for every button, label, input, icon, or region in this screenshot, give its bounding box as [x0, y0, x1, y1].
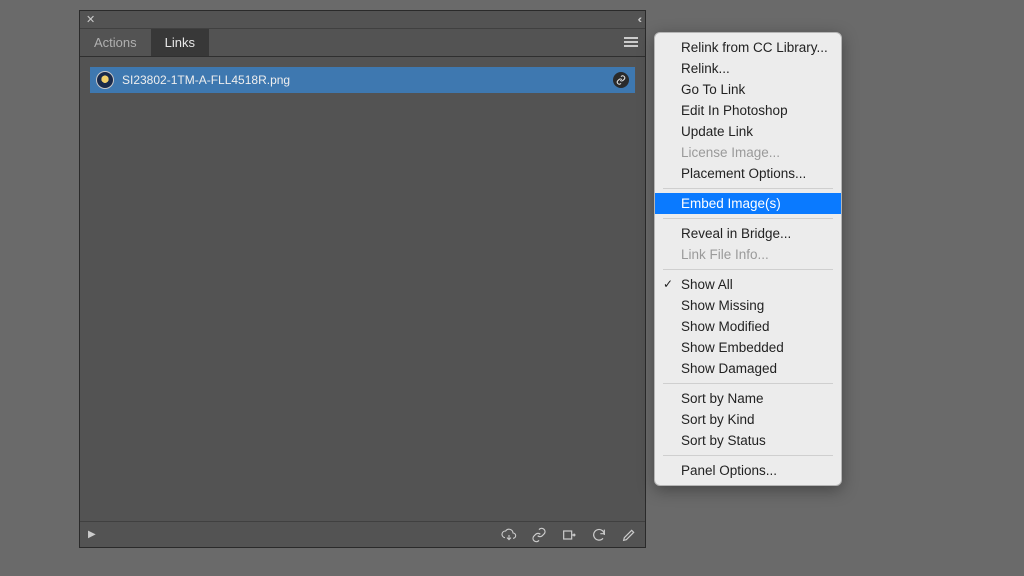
menu-item-show-all[interactable]: Show All: [655, 274, 841, 295]
close-icon[interactable]: ✕: [86, 13, 95, 26]
expand-triangle-icon[interactable]: ▶: [88, 529, 96, 540]
menu-item-sort-by-kind[interactable]: Sort by Kind: [655, 409, 841, 430]
link-status-icon: [613, 72, 629, 88]
menu-item-link-file-info: Link File Info...: [655, 244, 841, 265]
menu-item-show-missing[interactable]: Show Missing: [655, 295, 841, 316]
update-link-icon[interactable]: [591, 527, 607, 543]
link-filename: SI23802-1TM-A-FLL4518R.png: [122, 73, 605, 87]
tab-actions[interactable]: Actions: [80, 29, 151, 56]
relink-cc-icon[interactable]: [501, 527, 517, 543]
menu-item-license-image: License Image...: [655, 142, 841, 163]
links-flyout-menu: Relink from CC Library...Relink...Go To …: [654, 32, 842, 486]
relink-icon[interactable]: [531, 527, 547, 543]
collapse-icon[interactable]: ‹‹: [638, 14, 639, 26]
menu-separator: [663, 383, 833, 384]
menu-item-panel-options[interactable]: Panel Options...: [655, 460, 841, 481]
links-panel: ✕ ‹‹ ActionsLinks SI23802-1TM-A-FLL4518R…: [79, 10, 646, 548]
menu-item-sort-by-status[interactable]: Sort by Status: [655, 430, 841, 451]
menu-item-show-modified[interactable]: Show Modified: [655, 316, 841, 337]
menu-item-go-to-link[interactable]: Go To Link: [655, 79, 841, 100]
panel-header: ✕ ‹‹: [80, 11, 645, 29]
tabs-row: ActionsLinks: [80, 29, 645, 57]
menu-item-placement-options[interactable]: Placement Options...: [655, 163, 841, 184]
menu-separator: [663, 188, 833, 189]
menu-separator: [663, 455, 833, 456]
menu-item-sort-by-name[interactable]: Sort by Name: [655, 388, 841, 409]
flyout-menu-icon[interactable]: [621, 33, 641, 51]
menu-item-relink-from-cc-library[interactable]: Relink from CC Library...: [655, 37, 841, 58]
menu-separator: [663, 218, 833, 219]
menu-item-edit-in-photoshop[interactable]: Edit In Photoshop: [655, 100, 841, 121]
tab-links[interactable]: Links: [151, 29, 209, 56]
link-row[interactable]: SI23802-1TM-A-FLL4518R.png: [90, 67, 635, 93]
footer-icons: [501, 527, 637, 543]
menu-item-relink[interactable]: Relink...: [655, 58, 841, 79]
menu-item-update-link[interactable]: Update Link: [655, 121, 841, 142]
menu-item-reveal-in-bridge[interactable]: Reveal in Bridge...: [655, 223, 841, 244]
menu-item-show-damaged[interactable]: Show Damaged: [655, 358, 841, 379]
panel-body: SI23802-1TM-A-FLL4518R.png: [80, 57, 645, 521]
menu-item-embed-image-s[interactable]: Embed Image(s): [655, 193, 841, 214]
goto-link-icon[interactable]: [561, 527, 577, 543]
panel-footer: ▶: [80, 521, 645, 547]
edit-original-icon[interactable]: [621, 527, 637, 543]
menu-separator: [663, 269, 833, 270]
link-thumbnail: [96, 71, 114, 89]
menu-item-show-embedded[interactable]: Show Embedded: [655, 337, 841, 358]
